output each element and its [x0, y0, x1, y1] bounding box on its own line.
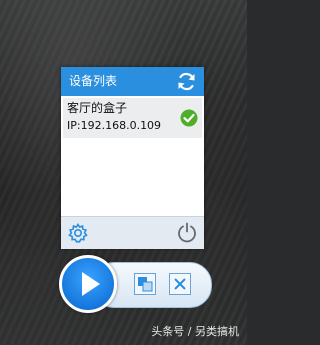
panel-footer — [61, 216, 204, 249]
close-button[interactable] — [169, 273, 191, 295]
window-mode-button[interactable] — [134, 273, 156, 295]
refresh-button[interactable] — [175, 70, 198, 93]
watermark-text: 头条号 / 另类搞机 — [151, 325, 239, 338]
power-button[interactable] — [176, 221, 198, 243]
device-list-item[interactable]: 客厅的盒子 IP:192.168.0.109 — [63, 98, 202, 138]
refresh-icon — [178, 72, 195, 91]
play-button[interactable] — [59, 255, 117, 313]
play-icon — [82, 272, 100, 296]
device-name: 客厅的盒子 — [67, 101, 128, 115]
check-icon — [180, 109, 198, 127]
device-list-panel: 设备列表 客厅的盒子 IP:192.168.0.109 — [61, 67, 204, 249]
panel-header: 设备列表 — [61, 67, 204, 96]
power-icon — [178, 222, 196, 243]
close-icon — [174, 278, 186, 290]
gear-icon — [68, 223, 88, 243]
settings-button[interactable] — [67, 222, 89, 244]
device-ip: IP:192.168.0.109 — [67, 119, 162, 132]
panel-title: 设备列表 — [69, 74, 118, 88]
window-mode-icon — [138, 277, 153, 292]
